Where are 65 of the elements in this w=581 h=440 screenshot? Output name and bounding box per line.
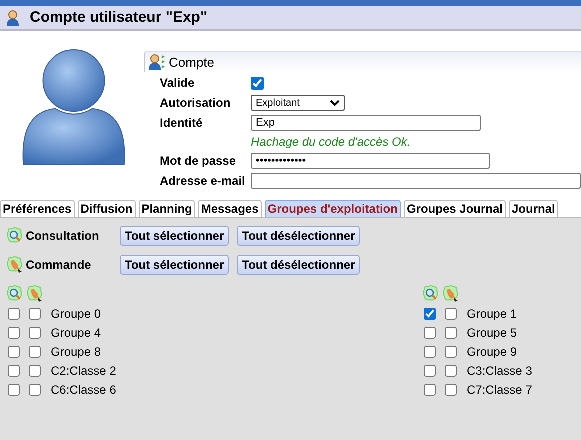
command-checkbox[interactable] [29, 384, 41, 396]
status-message: Hachage du code d'accès Ok. [251, 134, 412, 150]
consultation-icon[interactable] [6, 285, 24, 303]
caret-icon [330, 100, 340, 106]
action-label: Consultation [26, 229, 100, 243]
command-checkbox[interactable] [445, 364, 457, 376]
select-all-button[interactable]: Tout sélectionner [120, 226, 230, 246]
field-label: Valide [160, 75, 196, 92]
command-checkbox[interactable] [29, 326, 41, 338]
action-label: Commande [26, 258, 92, 272]
consultation-checkbox[interactable] [8, 346, 20, 358]
tab[interactable]: Messages [198, 200, 262, 217]
consultation-checkbox[interactable] [424, 326, 436, 338]
tab[interactable]: Groupes Journal [404, 200, 506, 217]
group-label: Groupe 4 [51, 326, 102, 340]
tab[interactable]: Planning [138, 200, 196, 217]
authorization-dropdown[interactable]: Exploitant [251, 95, 345, 111]
consultation-checkbox[interactable] [424, 364, 436, 376]
select-all-button[interactable]: Tout sélectionner [120, 255, 230, 275]
tab[interactable]: Journal [509, 200, 558, 217]
consultation-checkbox[interactable] [8, 326, 20, 338]
select-all-button[interactable]: Tout désélectionner [237, 226, 360, 246]
command-icon[interactable] [26, 285, 44, 303]
consultation-checkbox[interactable] [8, 364, 20, 376]
text-field[interactable]: Exp [251, 115, 481, 131]
consultation-icon[interactable] [6, 227, 24, 245]
group-label: Groupe 8 [51, 344, 102, 358]
group-label: C2:Classe 2 [51, 364, 116, 378]
text-field[interactable]: ••••••••••••• [251, 153, 490, 169]
command-checkbox[interactable] [445, 384, 457, 396]
command-checkbox[interactable] [445, 308, 457, 320]
window-title: Compte utilisateur "Exp" [30, 9, 208, 26]
command-icon[interactable] [6, 256, 24, 274]
consultation-checkbox[interactable] [8, 308, 20, 320]
tab[interactable]: Diffusion [78, 200, 136, 217]
group-label: C7:Classe 7 [467, 382, 532, 396]
tab[interactable]: Préférences [0, 200, 75, 217]
consultation-checkbox[interactable] [8, 384, 20, 396]
command-checkbox[interactable] [29, 308, 41, 320]
user-icon [6, 10, 20, 26]
command-checkbox[interactable] [29, 346, 41, 358]
group-label: Groupe 5 [467, 326, 518, 340]
group-label: Groupe 1 [467, 306, 518, 320]
select-all-button[interactable]: Tout désélectionner [237, 255, 360, 275]
group-label: C6:Classe 6 [51, 382, 116, 396]
command-checkbox[interactable] [29, 364, 41, 376]
user-icon [149, 54, 165, 70]
consultation-checkbox[interactable] [424, 384, 436, 396]
field-label: Mot de passe [160, 153, 238, 170]
group-label: Groupe 9 [467, 344, 518, 358]
valid-checkbox[interactable] [251, 76, 264, 90]
consultation-checkbox[interactable] [424, 346, 436, 358]
section-title: Compte [169, 54, 215, 70]
consultation-icon[interactable] [422, 285, 440, 303]
group-label: Groupe 0 [51, 306, 102, 320]
group-label: C3:Classe 3 [467, 364, 532, 378]
field-label: Autorisation [160, 95, 232, 112]
command-icon[interactable] [442, 285, 460, 303]
tab[interactable]: Groupes d'exploitation [264, 200, 401, 217]
command-checkbox[interactable] [445, 346, 457, 358]
text-field[interactable] [251, 173, 581, 189]
field-label: Identité [160, 115, 204, 132]
consultation-checkbox[interactable] [424, 308, 436, 320]
command-checkbox[interactable] [445, 326, 457, 338]
field-label: Adresse e-mail [160, 173, 246, 190]
